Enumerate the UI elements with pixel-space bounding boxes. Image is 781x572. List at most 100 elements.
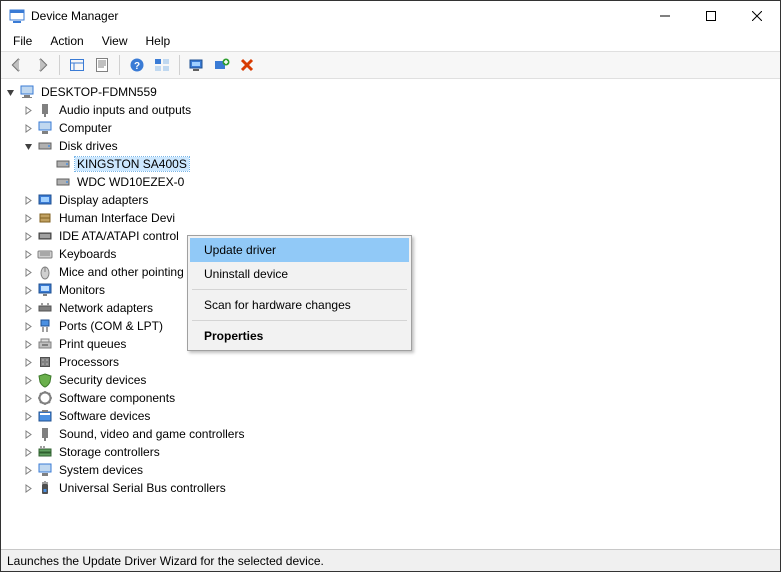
- chevron-right-icon[interactable]: [21, 391, 35, 405]
- computer-icon: [19, 84, 35, 100]
- tree-label: KINGSTON SA400S: [75, 157, 189, 171]
- disk-drive-icon: [55, 156, 71, 172]
- chevron-right-icon[interactable]: [21, 355, 35, 369]
- close-button[interactable]: [734, 1, 780, 31]
- chevron-right-icon[interactable]: [21, 481, 35, 495]
- category-software-components[interactable]: Software components: [21, 389, 778, 407]
- chevron-down-icon[interactable]: [21, 139, 35, 153]
- chevron-right-icon[interactable]: [21, 229, 35, 243]
- window-title: Device Manager: [31, 9, 118, 23]
- category-human-interface-devi[interactable]: Human Interface Devi: [21, 209, 778, 227]
- disk-drive-icon: [55, 174, 71, 190]
- tree-label: Disk drives: [57, 139, 120, 153]
- chevron-right-icon[interactable]: [21, 427, 35, 441]
- category-icon: [37, 462, 53, 478]
- menu-view[interactable]: View: [94, 32, 136, 50]
- device-item[interactable]: WDC WD10EZEX-0: [39, 173, 778, 191]
- chevron-right-icon[interactable]: [21, 265, 35, 279]
- maximize-button[interactable]: [688, 1, 734, 31]
- category-software-devices[interactable]: Software devices: [21, 407, 778, 425]
- chevron-right-icon[interactable]: [21, 319, 35, 333]
- tree-label: Computer: [57, 121, 114, 135]
- menu-help[interactable]: Help: [138, 32, 179, 50]
- category-sound-video-and-game-controllers[interactable]: Sound, video and game controllers: [21, 425, 778, 443]
- add-legacy-hardware-button[interactable]: [210, 53, 234, 77]
- chevron-right-icon[interactable]: [21, 193, 35, 207]
- chevron-right-icon[interactable]: [21, 283, 35, 297]
- tree-label: Security devices: [57, 373, 148, 387]
- titlebar: Device Manager: [1, 1, 780, 31]
- category-icon: [37, 300, 53, 316]
- chevron-right-icon[interactable]: [21, 247, 35, 261]
- category-processors[interactable]: Processors: [21, 353, 778, 371]
- context-menu-item-scan-for-hardware-changes[interactable]: Scan for hardware changes: [190, 293, 409, 317]
- views-button[interactable]: [150, 53, 174, 77]
- tree-label: Keyboards: [57, 247, 118, 261]
- show-hidden-devices-button[interactable]: [65, 53, 89, 77]
- titlebar-left: Device Manager: [9, 8, 118, 24]
- uninstall-device-button[interactable]: [235, 53, 259, 77]
- category-security-devices[interactable]: Security devices: [21, 371, 778, 389]
- help-button[interactable]: ?: [125, 53, 149, 77]
- forward-button[interactable]: [30, 53, 54, 77]
- device-tree[interactable]: DESKTOP-FDMN559 Audio inputs and outputs…: [1, 79, 780, 549]
- category-storage-controllers[interactable]: Storage controllers: [21, 443, 778, 461]
- context-menu-separator: [192, 289, 407, 290]
- category-audio-inputs-and-outputs[interactable]: Audio inputs and outputs: [21, 101, 778, 119]
- chevron-right-icon[interactable]: [21, 121, 35, 135]
- tree-label: IDE ATA/ATAPI control: [57, 229, 181, 243]
- properties-toolbar-button[interactable]: [90, 53, 114, 77]
- tree-label: Processors: [57, 355, 121, 369]
- menu-action[interactable]: Action: [42, 32, 91, 50]
- svg-text:?: ?: [134, 61, 140, 72]
- chevron-right-icon[interactable]: [21, 463, 35, 477]
- back-button[interactable]: [5, 53, 29, 77]
- category-icon: [37, 426, 53, 442]
- category-display-adapters[interactable]: Display adapters: [21, 191, 778, 209]
- minimize-button[interactable]: [642, 1, 688, 31]
- chevron-right-icon[interactable]: [21, 301, 35, 315]
- category-icon: [37, 318, 53, 334]
- context-menu-item-uninstall-device[interactable]: Uninstall device: [190, 262, 409, 286]
- status-text: Launches the Update Driver Wizard for th…: [7, 554, 324, 568]
- context-menu: Update driverUninstall device Scan for ha…: [187, 235, 412, 351]
- tree-label: DESKTOP-FDMN559: [39, 85, 159, 99]
- tree-label: Ports (COM & LPT): [57, 319, 165, 333]
- tree-label: WDC WD10EZEX-0: [75, 175, 186, 189]
- category-computer[interactable]: Computer: [21, 119, 778, 137]
- chevron-right-icon[interactable]: [21, 373, 35, 387]
- toolbar-separator: [59, 55, 60, 75]
- context-menu-item-update-driver[interactable]: Update driver: [190, 238, 409, 262]
- chevron-right-icon[interactable]: [21, 337, 35, 351]
- category-icon: [37, 336, 53, 352]
- category-universal-serial-bus-controllers[interactable]: Universal Serial Bus controllers: [21, 479, 778, 497]
- chevron-right-icon[interactable]: [21, 103, 35, 117]
- tree-label: System devices: [57, 463, 145, 477]
- tree-root[interactable]: DESKTOP-FDMN559: [3, 83, 778, 101]
- category-disk-drives[interactable]: Disk drives: [21, 137, 778, 155]
- chevron-right-icon[interactable]: [21, 445, 35, 459]
- category-system-devices[interactable]: System devices: [21, 461, 778, 479]
- category-icon: [37, 354, 53, 370]
- menu-file[interactable]: File: [5, 32, 40, 50]
- chevron-right-icon[interactable]: [21, 211, 35, 225]
- tree-label: Universal Serial Bus controllers: [57, 481, 228, 495]
- context-menu-separator: [192, 320, 407, 321]
- category-icon: [37, 120, 53, 136]
- context-menu-item-properties[interactable]: Properties: [190, 324, 409, 348]
- expander-placeholder: [39, 157, 53, 171]
- chevron-right-icon[interactable]: [21, 409, 35, 423]
- category-icon: [37, 264, 53, 280]
- menubar: File Action View Help: [1, 31, 780, 51]
- tree-label: Sound, video and game controllers: [57, 427, 246, 441]
- tree-label: Storage controllers: [57, 445, 162, 459]
- category-icon: [37, 480, 53, 496]
- device-item[interactable]: KINGSTON SA400S: [39, 155, 778, 173]
- category-icon: [37, 210, 53, 226]
- scan-hardware-button[interactable]: [185, 53, 209, 77]
- chevron-down-icon[interactable]: [3, 85, 17, 99]
- toolbar-separator: [179, 55, 180, 75]
- category-icon: [37, 228, 53, 244]
- category-icon: [37, 282, 53, 298]
- category-icon: [37, 408, 53, 424]
